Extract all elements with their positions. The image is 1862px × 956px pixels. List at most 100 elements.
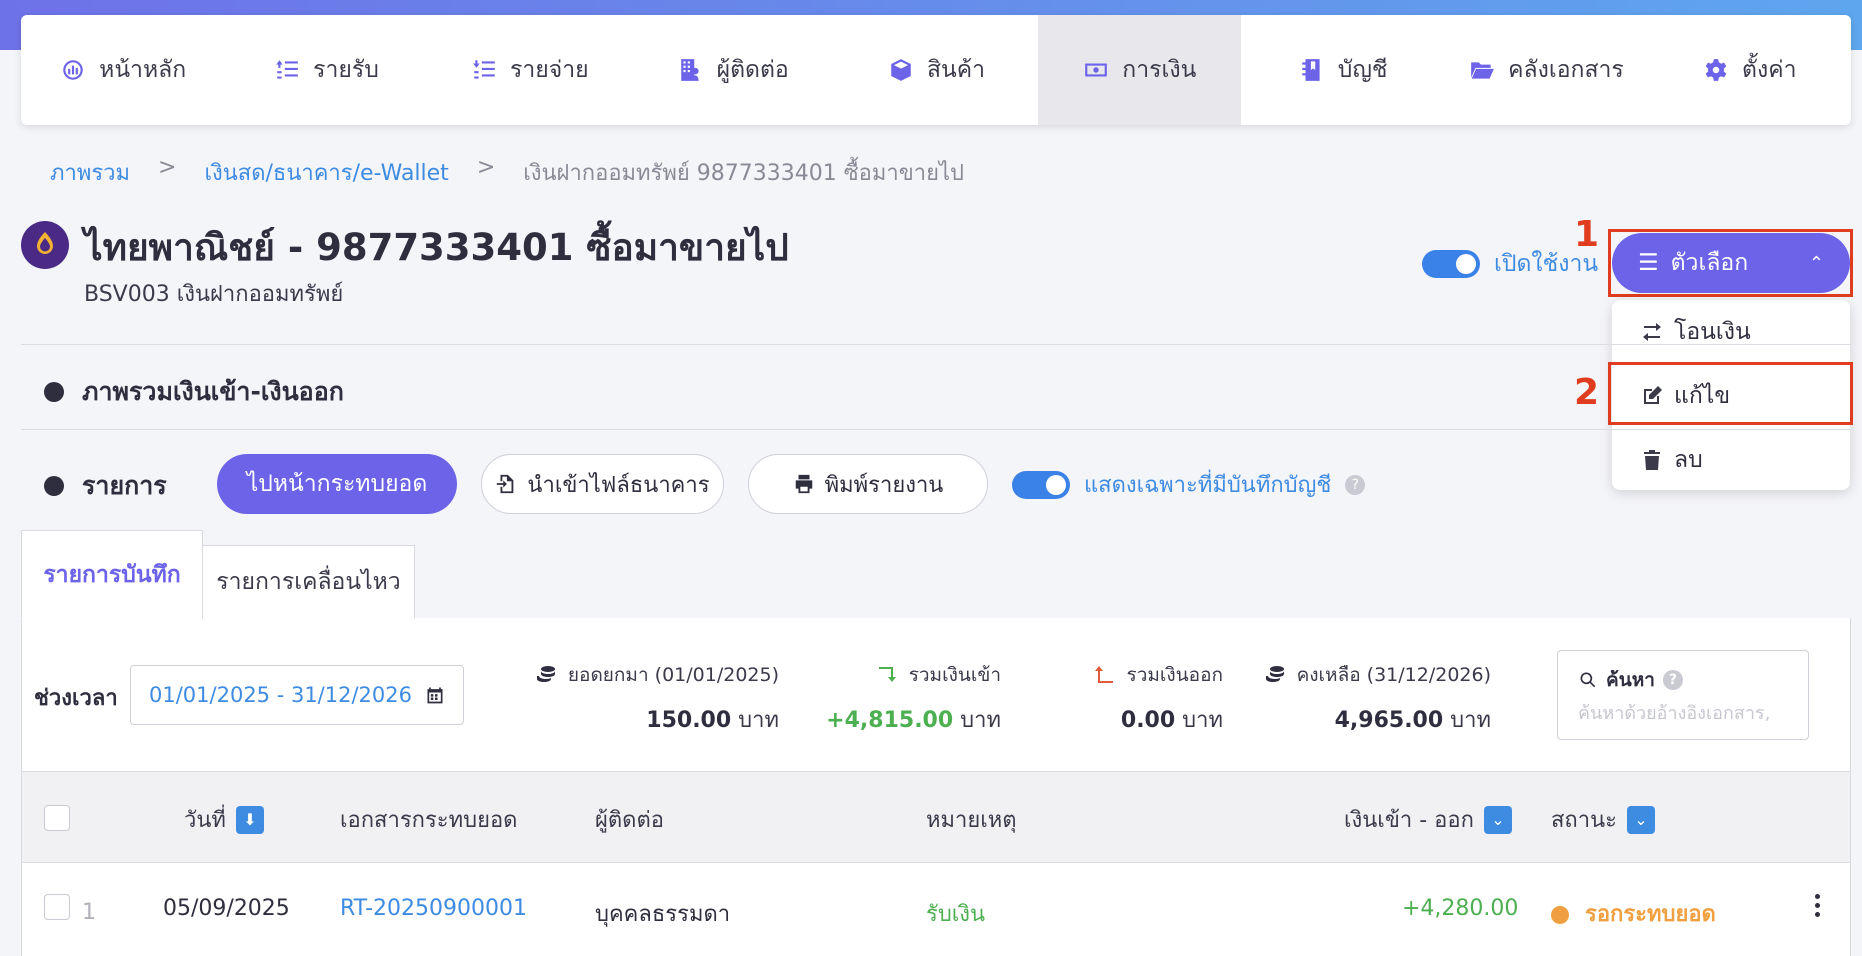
nav-item-products[interactable]: สินค้า [834, 15, 1037, 125]
nav-label: หน้าหลัก [99, 57, 187, 83]
row-index: 1 [82, 900, 96, 925]
only-recorded-label: แสดงเฉพาะที่มีบันทึกบัญชี [1084, 473, 1332, 498]
transactions-section-title: รายการ [82, 471, 167, 500]
divider [21, 344, 1851, 345]
menu-item-transfer[interactable]: โอนเงิน [1612, 300, 1850, 364]
stat-outflow-label: รวมเงินออก [1126, 664, 1223, 686]
column-header-label: เอกสารกระทบยอด [340, 808, 518, 833]
breadcrumb-separator: > [158, 155, 177, 180]
nav-item-documents[interactable]: คลังเอกสาร [1444, 15, 1647, 125]
breadcrumb: ภาพรวม > เงินสด/ธนาคาร/e-Wallet > เงินฝา… [50, 155, 964, 190]
menu-item-delete[interactable]: ลบ [1612, 428, 1850, 492]
inflow-arrow-icon [878, 667, 896, 682]
column-header-label: ผู้ติดต่อ [595, 808, 664, 833]
row-status-label: รอกระทบยอด [1585, 902, 1716, 927]
row-doc-link[interactable]: RT-20250900001 [340, 896, 527, 921]
stat-unit: บาท [738, 708, 779, 733]
divider [21, 429, 1851, 430]
ledger-book-icon [1298, 56, 1326, 84]
column-header-amount[interactable]: เงินเข้า - ออก ⌄ [1344, 802, 1512, 837]
breadcrumb-overview-link[interactable]: ภาพรวม [50, 155, 130, 190]
select-all-checkbox[interactable] [44, 805, 70, 831]
account-subtitle: BSV003 เงินฝากออมทรัพย์ [84, 282, 344, 307]
help-icon[interactable]: ? [1662, 670, 1683, 690]
column-header-status[interactable]: สถานะ ⌄ [1551, 802, 1655, 837]
chevron-down-icon[interactable]: ⌄ [1483, 805, 1512, 834]
overview-section-header[interactable]: ภาพรวมเงินเข้า-เงินออก [44, 372, 344, 412]
bullet [44, 476, 64, 496]
import-button-label: นำเข้าไฟล์ธนาคาร [527, 472, 710, 498]
row-amount: +4,280.00 [1402, 896, 1519, 921]
transactions-section-header: รายการ [44, 466, 167, 506]
nav-item-home[interactable]: หน้าหลัก [21, 15, 224, 125]
stat-unit: บาท [960, 708, 1001, 733]
column-header-label: วันที่ [184, 808, 226, 833]
outflow-arrow-icon [1094, 666, 1113, 683]
search-box: ค้นหา ? [1557, 650, 1809, 740]
stat-closing-label: คงเหลือ (31/12/2026) [1296, 664, 1491, 686]
column-header-label: สถานะ [1551, 808, 1617, 833]
nav-label: บัญชี [1337, 57, 1388, 83]
period-value: 01/01/2025 - 31/12/2026 [149, 683, 413, 707]
coins-stack-icon [536, 666, 555, 682]
stat-unit: บาท [1450, 708, 1491, 733]
row-note: รับเงิน [926, 902, 986, 927]
row-more-icon[interactable] [1812, 894, 1822, 917]
tab-recorded[interactable]: รายการบันทึก [21, 530, 203, 619]
sort-down-icon[interactable]: ⬇ [235, 805, 264, 834]
stat-outflow: รวมเงินออก 0.00 บาท [1093, 660, 1223, 737]
search-label: ค้นหา [1606, 669, 1655, 691]
calendar-icon [427, 687, 443, 704]
search-input[interactable] [1578, 703, 1788, 724]
tab-movements[interactable]: รายการเคลื่อนไหว [202, 545, 415, 619]
nav-label: ผู้ติดต่อ [716, 57, 789, 83]
column-header-note: หมายเหตุ [926, 802, 1017, 837]
folder-open-icon [1468, 56, 1496, 84]
nav-item-accounting[interactable]: บัญชี [1241, 15, 1444, 125]
nav-item-income[interactable]: รายรับ [224, 15, 427, 125]
column-header-label: หมายเหตุ [926, 808, 1017, 833]
stat-inflow: รวมเงินเข้า +4,815.00 บาท [826, 660, 1001, 737]
nav-item-settings[interactable]: ตั้งค่า [1648, 15, 1851, 125]
import-bank-file-button[interactable]: นำเข้าไฟล์ธนาคาร [481, 454, 724, 514]
nav-label: สินค้า [926, 57, 985, 83]
step-marker-1: 1 [1574, 214, 1600, 255]
enable-toggle[interactable] [1422, 250, 1480, 278]
period-label: ช่วงเวลา [34, 686, 118, 711]
only-recorded-toggle-group: แสดงเฉพาะที่มีบันทึกบัญชี ? [1012, 467, 1366, 502]
period-date-range-input[interactable]: 01/01/2025 - 31/12/2026 [130, 665, 464, 725]
table-row[interactable]: 1 05/09/2025 RT-20250900001 บุคคลธรรมดา … [22, 864, 1850, 956]
table-header: วันที่ ⬇ เอกสารกระทบยอด ผู้ติดต่อ หมายเห… [22, 771, 1850, 863]
breadcrumb-separator: > [476, 155, 496, 180]
column-header-date[interactable]: วันที่ ⬇ [184, 802, 264, 837]
step-marker-2: 2 [1574, 372, 1600, 413]
only-recorded-toggle[interactable] [1012, 470, 1070, 499]
stat-opening-value: 150.00 [646, 708, 732, 733]
print-button-label: พิมพ์รายงาน [824, 472, 944, 498]
help-icon[interactable]: ? [1345, 474, 1366, 495]
nav-item-expense[interactable]: รายจ่าย [428, 15, 631, 125]
breadcrumb-cash-bank-link[interactable]: เงินสด/ธนาคาร/e-Wallet [204, 155, 448, 190]
contacts-building-icon [677, 56, 705, 84]
stat-closing: คงเหลือ (31/12/2026) 4,965.00 บาท [1263, 660, 1491, 737]
chevron-down-icon[interactable]: ⌄ [1626, 805, 1655, 834]
row-checkbox[interactable] [44, 894, 70, 920]
nav-label: รายรับ [313, 57, 379, 83]
gear-icon [1702, 56, 1730, 84]
main-nav: หน้าหลัก รายรับ รายจ่าย ผู้ติดต่อ สินค้า… [21, 15, 1851, 125]
column-header-doc: เอกสารกระทบยอด [340, 802, 517, 837]
income-list-icon [273, 56, 301, 84]
nav-label: การเงิน [1122, 57, 1197, 83]
row-contact: บุคคลธรรมดา [595, 902, 731, 927]
bullet [44, 382, 64, 402]
highlight-box-edit [1608, 362, 1853, 425]
overview-section-title: ภาพรวมเงินเข้า-เงินออก [82, 377, 344, 406]
stat-unit: บาท [1182, 708, 1223, 733]
nav-item-contacts[interactable]: ผู้ติดต่อ [631, 15, 834, 125]
coins-stack-icon [1265, 666, 1284, 682]
stat-closing-value: 4,965.00 [1334, 708, 1444, 733]
nav-item-finance[interactable]: การเงิน [1037, 15, 1241, 125]
reconcile-button[interactable]: ไปหน้ากระทบยอด [217, 454, 457, 514]
highlight-box-options [1608, 229, 1853, 297]
print-report-button[interactable]: พิมพ์รายงาน [748, 454, 988, 514]
